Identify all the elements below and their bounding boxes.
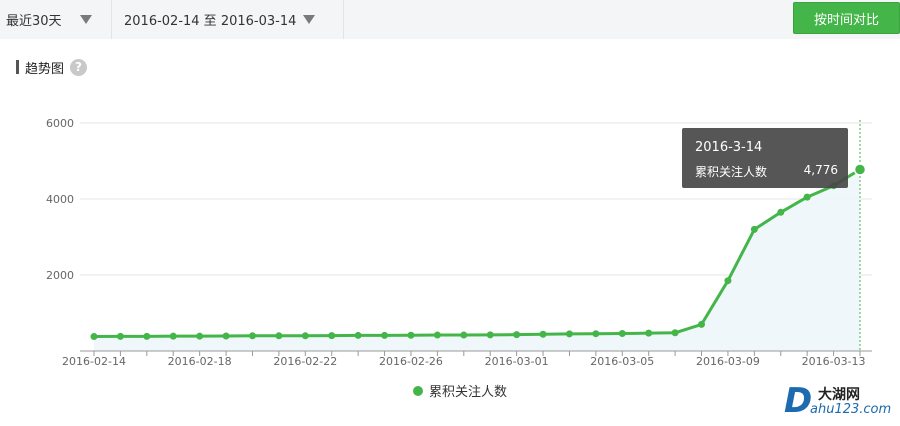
trend-chart: 200040006000 2016-02-14 2016-02-18 2016-02… (46, 117, 872, 368)
data-point (724, 277, 732, 285)
data-point (301, 332, 309, 340)
data-point (592, 330, 600, 338)
data-point (539, 330, 547, 338)
data-point (460, 331, 468, 339)
x-tick-label: 2016-02-22 (273, 355, 337, 368)
data-point (486, 331, 494, 339)
legend-marker (413, 385, 423, 396)
data-point (196, 332, 204, 340)
watermark-letter: D (784, 381, 813, 421)
y-tick-label: 6000 (46, 117, 74, 130)
watermark-url: ahu123.com (810, 402, 892, 417)
x-tick-label: 2016-03-13 (802, 355, 866, 368)
data-point (169, 332, 177, 340)
data-point (90, 333, 98, 341)
y-tick-label: 2000 (46, 269, 74, 282)
data-point (328, 332, 336, 340)
data-point (777, 208, 785, 216)
legend-label: 累积关注人数 (429, 385, 508, 400)
y-axis-ticks: 2000 4000 6000 (46, 117, 74, 282)
data-point (618, 330, 626, 338)
x-tick-label: 2016-03-09 (696, 355, 760, 368)
watermark-name: 大湖网 (818, 387, 860, 403)
data-point (433, 331, 441, 339)
y-tick-label: 4000 (46, 193, 74, 206)
chart-legend[interactable]: 累积关注人数 (413, 381, 507, 400)
data-point (354, 331, 362, 339)
x-tick-label: 2016-02-26 (379, 355, 443, 368)
data-point (698, 320, 706, 328)
highlighted-data-point (853, 163, 867, 176)
tooltip-series-name: 累积关注人数 (695, 165, 768, 179)
data-point (275, 332, 283, 340)
x-tick-label: 2016-02-14 (62, 355, 126, 368)
data-point (248, 332, 256, 340)
data-point (513, 331, 521, 339)
data-point (381, 331, 389, 339)
x-tick-label: 2016-03-01 (485, 355, 549, 368)
data-point (803, 193, 811, 201)
data-point (565, 330, 573, 338)
data-point (645, 329, 653, 337)
chart-tooltip: 2016-3-14 累积关注人数 4,776 (682, 128, 848, 188)
x-tick-label: 2016-03-05 (590, 355, 654, 368)
data-point (222, 332, 230, 340)
watermark-logo: D 大湖网 ahu123.com (784, 382, 896, 422)
data-point (750, 225, 758, 233)
data-point (143, 332, 151, 340)
x-axis-ticks: 2016-02-14 2016-02-18 2016-02-22 2016-02-26… (62, 351, 866, 368)
data-point (407, 331, 415, 339)
data-point (116, 332, 124, 340)
tooltip-value: 4,776 (803, 163, 838, 177)
series-area (94, 169, 860, 351)
x-tick-label: 2016-02-18 (168, 355, 232, 368)
tooltip-date: 2016-3-14 (695, 140, 763, 155)
data-point (671, 329, 679, 337)
series-area-fill (94, 169, 860, 351)
